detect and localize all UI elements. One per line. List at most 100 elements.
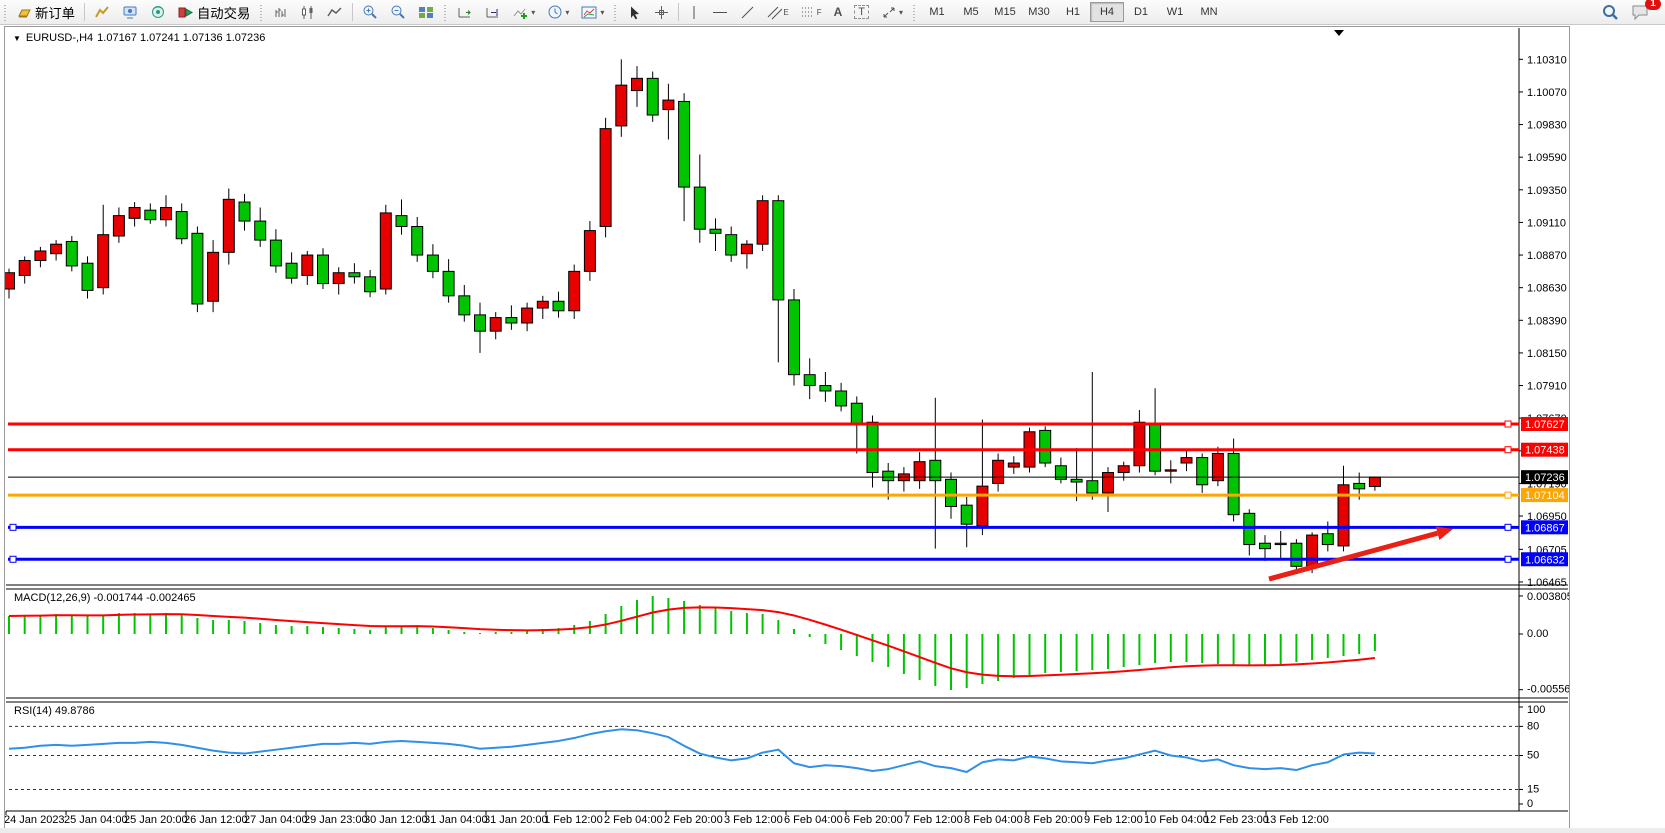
zoom-in-button[interactable] (357, 2, 383, 22)
candle-body (632, 78, 643, 90)
auto-trading-button[interactable]: 自动交易 (173, 2, 255, 22)
candle-body (255, 221, 266, 240)
candle-body (1307, 535, 1318, 566)
text-tool-button[interactable]: A (829, 2, 848, 22)
timeframe-button-H4[interactable]: H4 (1090, 2, 1124, 22)
candle-body (239, 202, 250, 221)
timeframe-button-M1[interactable]: M1 (920, 2, 954, 22)
horizontal-line-tool-button[interactable] (707, 2, 733, 22)
auto-scroll-button[interactable] (452, 2, 478, 22)
timeframe-button-MN[interactable]: MN (1192, 2, 1226, 22)
trendline-tool-button[interactable] (735, 2, 760, 22)
toolbar-separator (84, 3, 85, 21)
bar-chart-mode-button[interactable] (268, 2, 293, 22)
candle-body (459, 296, 470, 315)
chart-profile-button[interactable] (89, 2, 115, 22)
candle-body (1134, 422, 1145, 465)
price-axis[interactable] (1519, 59, 1523, 804)
toolbar-grip[interactable] (2, 3, 9, 21)
time-tick-label: 6 Feb 20:00 (844, 814, 903, 826)
cursor-tool-button[interactable] (622, 2, 647, 22)
candle-body (365, 277, 376, 292)
rsi-tick-label: 15 (1527, 783, 1539, 795)
candle-body (977, 486, 988, 525)
line-handle[interactable] (1505, 524, 1511, 530)
candle-body (129, 207, 140, 218)
arrows-icon (881, 5, 897, 20)
timeframe-button-W1[interactable]: W1 (1158, 2, 1192, 22)
chart-shift-button[interactable] (480, 2, 506, 22)
line-handle[interactable] (1505, 492, 1511, 498)
indicator-add-icon (513, 5, 529, 20)
toolbar-grip[interactable] (612, 3, 619, 21)
candle-body (443, 271, 454, 295)
timeframe-button-D1[interactable]: D1 (1124, 2, 1158, 22)
arrows-tool-button[interactable]: ▾ (876, 2, 908, 22)
candle-body (553, 301, 564, 311)
periods-button[interactable]: ▾ (542, 2, 574, 22)
candlestick-mode-button[interactable] (295, 2, 320, 22)
new-order-button[interactable]: 新订单 (12, 2, 80, 22)
rsi-value: 49.8786 (55, 705, 95, 717)
price-tick-label: 1.07910 (1527, 381, 1567, 393)
price-chart-canvas[interactable]: 1.103101.100701.098301.095901.093501.091… (5, 27, 1569, 828)
line-handle[interactable] (1505, 556, 1511, 562)
timeframe-button-M30[interactable]: M30 (1022, 2, 1056, 22)
indicators-button[interactable]: ▾ (508, 2, 540, 22)
line-handle[interactable] (10, 524, 16, 530)
candle-body (5, 273, 15, 289)
time-tick-label: 25 Jan 20:00 (124, 814, 188, 826)
line-handle[interactable] (1505, 447, 1511, 453)
line-chart-mode-button[interactable] (322, 2, 348, 22)
rsi-pane-label: RSI(14) 49.8786 (14, 705, 95, 717)
crosshair-tool-button[interactable] (649, 2, 674, 22)
price-tag-label: 1.07104 (1525, 490, 1565, 502)
auto-trading-label: 自动交易 (197, 3, 250, 22)
search-button[interactable] (1597, 2, 1624, 22)
candle-body (867, 422, 878, 472)
auto-scroll-icon (457, 5, 473, 20)
candle-body (710, 229, 721, 233)
horizontal-line-icon (712, 5, 728, 20)
candle-body (1150, 424, 1161, 472)
market-watch-button[interactable] (145, 2, 171, 22)
toolbar-grip[interactable] (442, 3, 449, 21)
chart-symbol-header[interactable]: ▼ EURUSD-,H4 1.07167 1.07241 1.07136 1.0… (13, 32, 269, 44)
tile-windows-button[interactable] (413, 2, 439, 22)
candle-body (1275, 543, 1286, 544)
templates-button[interactable]: ▾ (576, 2, 609, 22)
chart-shift-marker-icon[interactable] (1334, 30, 1344, 36)
clock-icon (547, 4, 563, 20)
text-label-tool-button[interactable]: T (849, 2, 874, 22)
time-tick-label: 3 Feb 12:00 (724, 814, 783, 826)
timeframe-button-M15[interactable]: M15 (988, 2, 1022, 22)
price-tag-label: 1.06632 (1525, 554, 1565, 566)
gold-chart-icon (94, 5, 110, 20)
timeframe-button-M5[interactable]: M5 (954, 2, 988, 22)
macd-tick-label: -0.005569 (1527, 684, 1569, 696)
toolbar-grip[interactable] (911, 3, 918, 21)
timeframe-button-H1[interactable]: H1 (1056, 2, 1090, 22)
line-handle[interactable] (1505, 421, 1511, 427)
candle-body (726, 235, 737, 255)
fibonacci-tool-button[interactable]: F (796, 2, 827, 22)
rsi-tick-label: 80 (1527, 720, 1539, 732)
line-handle[interactable] (10, 556, 16, 562)
zoom-out-button[interactable] (385, 2, 411, 22)
candle-body (1165, 470, 1176, 471)
candle-body (82, 263, 93, 290)
candle-body (161, 207, 172, 219)
equidistant-channel-tool-button[interactable]: E (762, 2, 793, 22)
candle-body (223, 199, 234, 252)
vertical-line-tool-button[interactable] (683, 2, 705, 22)
time-tick-label: 25 Jan 04:00 (64, 814, 128, 826)
candle-body (208, 252, 219, 301)
candle-body (616, 85, 627, 126)
zoom-out-icon (390, 4, 406, 20)
candle-body (1040, 430, 1051, 463)
price-tick-label: 1.08870 (1527, 250, 1567, 262)
toolbar-grip[interactable] (258, 3, 265, 21)
expert-advisors-button[interactable] (117, 2, 143, 22)
candle-body (1103, 473, 1114, 493)
candle-body (35, 251, 46, 261)
